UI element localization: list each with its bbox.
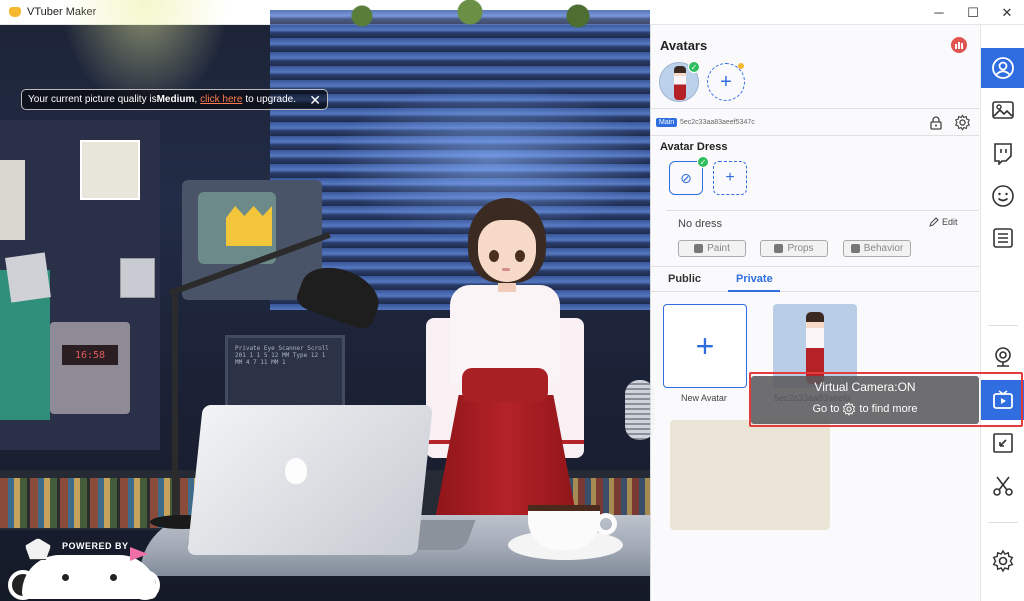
- divider: [651, 135, 979, 136]
- behavior-label: Behavior: [863, 243, 904, 254]
- divider: [651, 266, 979, 267]
- wall-note: [5, 252, 51, 303]
- list-icon: [992, 228, 1013, 248]
- divider: [651, 108, 979, 109]
- banner-suffix: to upgrade.: [245, 94, 297, 105]
- sidebar-separator: [988, 522, 1018, 523]
- brush-icon: [694, 244, 704, 253]
- premium-dot-icon: [738, 63, 744, 69]
- current-dress-label: No dress: [678, 218, 723, 230]
- new-avatar-label: New Avatar: [681, 393, 727, 403]
- wall-clock: [120, 258, 155, 298]
- selected-check-icon: ✓: [697, 156, 709, 168]
- twitch-icon: [993, 143, 1012, 165]
- wall-poster: [0, 160, 25, 240]
- wall-calendar: [80, 140, 140, 200]
- avatar-thumbnail-figure: [674, 66, 686, 100]
- hanging-plant: [290, 0, 650, 40]
- divider: [651, 291, 979, 292]
- sidebar-item-avatar[interactable]: [981, 48, 1024, 88]
- quality-banner: Your current picture quality is Medium ,…: [21, 89, 328, 110]
- add-dress-button[interactable]: +: [713, 161, 747, 195]
- minimize-button[interactable]: ─: [922, 0, 956, 25]
- cup-handle: [595, 513, 617, 535]
- avatar-eye-left: [489, 250, 499, 262]
- panel-title: Avatars: [660, 38, 708, 53]
- sidebar-item-background[interactable]: [981, 90, 1024, 130]
- webcam-icon: [994, 347, 1011, 367]
- radio-display: 16:58: [62, 345, 118, 365]
- avatar-eye-right: [515, 250, 525, 262]
- avatar-bow: [462, 368, 548, 402]
- radio: [50, 322, 130, 414]
- app-logo-icon: [9, 7, 21, 17]
- sidebar-item-webcam[interactable]: [981, 337, 1024, 377]
- report-icon[interactable]: [951, 37, 967, 53]
- props-label: Props: [787, 243, 814, 254]
- laptop-logo-icon: [285, 458, 307, 484]
- scissors-icon: [992, 476, 1013, 496]
- edit-dress-button[interactable]: Edit: [929, 217, 958, 227]
- sidebar-item-clip[interactable]: [981, 466, 1024, 506]
- divider: [666, 210, 978, 211]
- behavior-button[interactable]: Behavior: [843, 240, 911, 257]
- avatar-face: [478, 220, 536, 282]
- paint-label: Paint: [707, 243, 730, 254]
- props-button[interactable]: Props: [760, 240, 828, 257]
- sidebar-item-pip[interactable]: [981, 423, 1024, 463]
- banner-comma: ,: [194, 94, 198, 105]
- gamepad-icon: [850, 244, 860, 253]
- notebook: [670, 420, 830, 530]
- sidebar-separator: [988, 325, 1018, 326]
- sidebar-item-settings[interactable]: [981, 541, 1024, 581]
- banner-close-button[interactable]: ✕: [309, 93, 321, 107]
- avatar-id: 5ec2c33aa83aeef5347c: [680, 119, 755, 126]
- laptop: [187, 405, 433, 555]
- monitor-text: Private Eye Scanner Scroll 201 1 1 5 12 …: [235, 345, 329, 366]
- banner-prefix: Your current picture quality is: [28, 94, 157, 105]
- sidebar-item-expression[interactable]: [981, 176, 1024, 216]
- pip-icon: [992, 433, 1013, 453]
- maximize-button[interactable]: ☐: [956, 0, 990, 25]
- gear-icon[interactable]: [954, 114, 971, 131]
- selected-check-icon: ✓: [688, 61, 700, 73]
- window-controls: ─ ☐ ✕: [922, 0, 1024, 25]
- lock-icon[interactable]: [930, 116, 942, 130]
- banner-quality: Medium: [156, 94, 195, 105]
- paint-button[interactable]: Paint: [678, 240, 746, 257]
- lamp-stand: [172, 295, 178, 525]
- new-avatar-button[interactable]: +: [663, 304, 747, 388]
- upgrade-link[interactable]: click here: [200, 94, 242, 105]
- watermark-bear: [22, 555, 157, 599]
- active-tab-indicator: [728, 290, 780, 292]
- virtual-camera-highlight: [749, 372, 1023, 427]
- watermark-bear-eye: [110, 574, 117, 581]
- sidebar-item-twitch[interactable]: [981, 133, 1024, 173]
- person-icon: [991, 57, 1014, 79]
- watermark-bear-eye: [62, 574, 69, 581]
- gear-icon: [992, 549, 1013, 573]
- tab-private[interactable]: Private: [736, 273, 773, 285]
- wand-icon: [774, 244, 784, 253]
- sidebar-item-script[interactable]: [981, 218, 1024, 258]
- main-tag: Main: [656, 118, 678, 127]
- image-icon: [991, 101, 1014, 119]
- smiley-icon: [991, 185, 1014, 207]
- watermark-text: POWERED BY: [62, 541, 129, 551]
- avatar-mouth: [502, 268, 510, 271]
- pencil-icon: [929, 217, 939, 227]
- close-window-button[interactable]: ✕: [990, 0, 1024, 25]
- avatar-dress-title: Avatar Dress: [660, 141, 728, 153]
- edit-label: Edit: [942, 217, 958, 227]
- tab-public[interactable]: Public: [668, 273, 701, 285]
